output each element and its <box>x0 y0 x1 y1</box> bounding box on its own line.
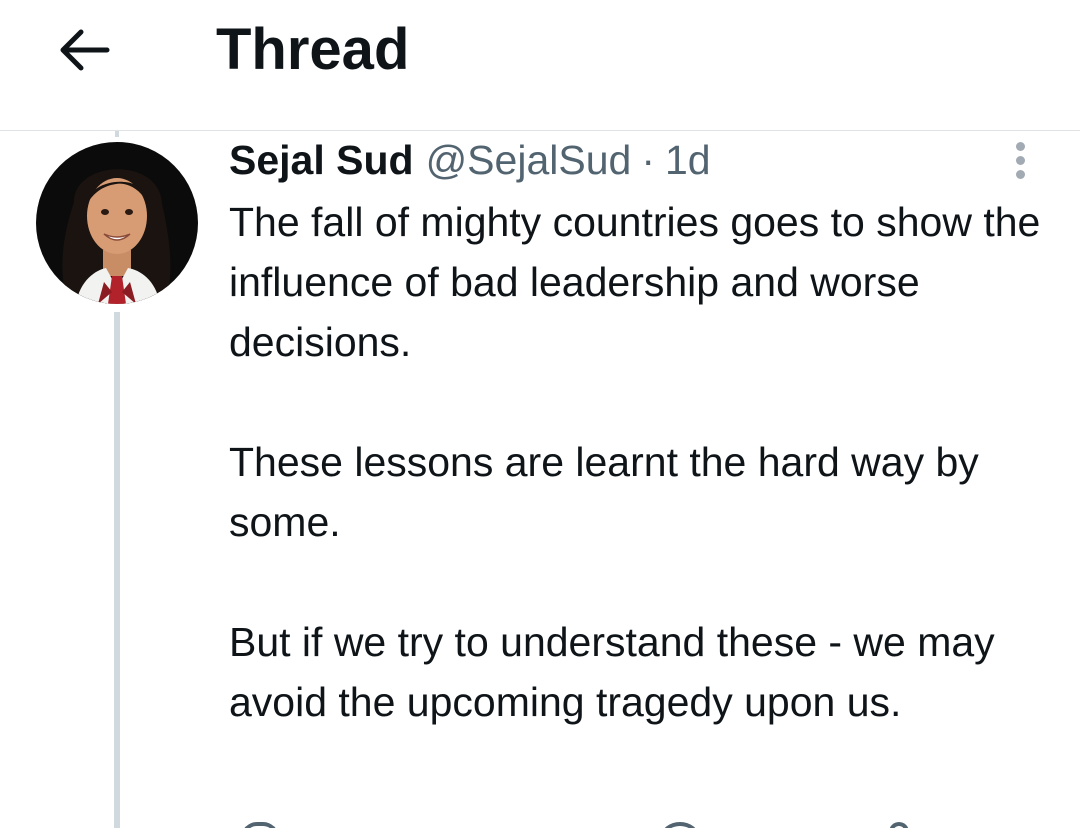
tweet-paragraph: The fall of mighty countries goes to sho… <box>229 199 1041 365</box>
thread-connector-line <box>114 312 120 828</box>
share-icon[interactable] <box>889 822 909 828</box>
arrow-left-icon <box>60 29 110 71</box>
more-vertical-icon-dot <box>1015 155 1025 165</box>
more-options-button[interactable] <box>996 136 1044 184</box>
like-icon[interactable] <box>661 822 699 828</box>
tweet-paragraph: These lessons are learnt the hard way by… <box>229 439 979 545</box>
top-app-bar: Thread <box>0 0 1080 131</box>
author-handle[interactable]: @SejalSud <box>426 134 632 186</box>
tweet-timestamp[interactable]: 1d <box>665 134 711 186</box>
header-separator: · <box>641 137 655 183</box>
profile-photo <box>36 142 198 304</box>
thread-connector-top <box>115 131 119 137</box>
page-title: Thread <box>216 17 410 82</box>
tweet-action-bar <box>229 818 1029 828</box>
back-button[interactable] <box>52 20 116 80</box>
tweet-header: Sejal Sud @SejalSud · 1d <box>229 134 711 186</box>
thread-screen: Thread Sejal Sud @SejalSud · 1d The fall… <box>0 0 1080 828</box>
more-vertical-icon-dot <box>1015 169 1025 179</box>
tweet-paragraph: But if we try to understand these - we m… <box>229 619 995 725</box>
author-display-name[interactable]: Sejal Sud <box>229 134 414 186</box>
reply-icon[interactable] <box>241 822 279 828</box>
more-vertical-icon <box>1015 141 1025 151</box>
avatar[interactable] <box>36 142 198 304</box>
tweet-text: The fall of mighty countries goes to sho… <box>229 192 1059 732</box>
